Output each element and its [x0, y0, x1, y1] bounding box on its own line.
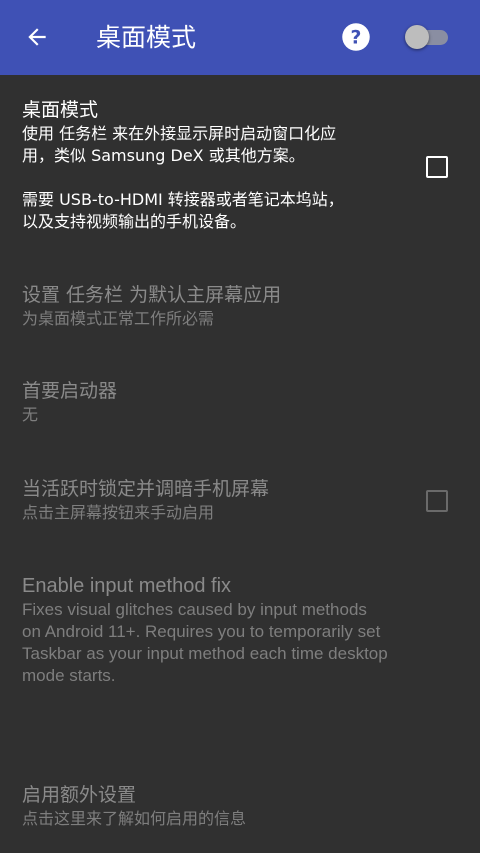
summary-line: 以及支持视频输出的手机设备。 — [22, 212, 247, 231]
summary-line: Fixes visual glitches caused by input me… — [22, 600, 367, 619]
pref-dim-screen[interactable]: 当活跃时锁定并调暗手机屏幕 点击主屏幕按钮来手动启用 — [22, 476, 269, 524]
toggle-thumb — [405, 25, 429, 49]
pref-primary-launcher-summary: 无 — [22, 405, 39, 424]
desktop-mode-checkbox[interactable] — [426, 156, 448, 178]
pref-extra-settings[interactable]: 启用额外设置 点击这里来了解如何启用的信息 — [22, 782, 246, 830]
summary-line: 用，类似 Samsung DeX 或其他方案。 — [22, 146, 305, 165]
desktop-mode-master-toggle[interactable] — [402, 22, 452, 52]
summary-line: on Android 11+. Requires you to temporar… — [22, 622, 381, 641]
pref-input-method-fix-title: Enable input method fix — [22, 575, 232, 597]
pref-input-method-fix[interactable]: Enable input method fix Fixes visual gli… — [22, 573, 442, 687]
pref-dim-screen-summary: 点击主屏幕按钮来手动启用 — [22, 503, 215, 522]
help-button[interactable]: ? — [339, 20, 373, 54]
summary-line: Taskbar as your input method each time d… — [22, 644, 388, 663]
pref-default-home-summary: 为桌面模式正常工作所必需 — [22, 309, 215, 328]
summary-line: mode starts. — [22, 666, 116, 685]
help-circle-icon: ? — [342, 23, 370, 51]
arrow-back-icon — [28, 28, 46, 46]
app-toolbar: 桌面模式 ? — [0, 0, 480, 75]
pref-extra-settings-summary: 点击这里来了解如何启用的信息 — [22, 809, 247, 828]
pref-desktop-mode[interactable]: 桌面模式 使用 任务栏 来在外接显示屏时启动窗口化应 用，类似 Samsung … — [22, 97, 412, 233]
pref-input-method-fix-summary: Fixes visual glitches caused by input me… — [22, 599, 442, 687]
summary-line: 使用 任务栏 来在外接显示屏时启动窗口化应 — [22, 124, 337, 143]
svg-text:?: ? — [351, 27, 362, 48]
pref-desktop-mode-title: 桌面模式 — [22, 99, 99, 121]
pref-primary-launcher[interactable]: 首要启动器 无 — [22, 378, 117, 426]
summary-line: 需要 USB-to-HDMI 转接器或者笔记本坞站， — [22, 190, 344, 209]
page-title: 桌面模式 — [96, 23, 197, 52]
back-button[interactable] — [14, 14, 60, 60]
pref-primary-launcher-title: 首要启动器 — [22, 380, 118, 402]
pref-default-home[interactable]: 设置 任务栏 为默认主屏幕应用 为桌面模式正常工作所必需 — [22, 282, 281, 330]
dim-screen-checkbox[interactable] — [426, 490, 448, 512]
pref-dim-screen-title: 当活跃时锁定并调暗手机屏幕 — [22, 478, 270, 500]
pref-extra-settings-title: 启用额外设置 — [22, 784, 137, 806]
pref-desktop-mode-summary: 使用 任务栏 来在外接显示屏时启动窗口化应 用，类似 Samsung DeX 或… — [22, 123, 412, 233]
pref-default-home-title: 设置 任务栏 为默认主屏幕应用 — [22, 284, 282, 306]
desktop-mode-settings-screen: 桌面模式 ? 桌面模式 使用 任务栏 来在外接显示屏时启动窗口化应 用，类似 S… — [0, 0, 480, 853]
